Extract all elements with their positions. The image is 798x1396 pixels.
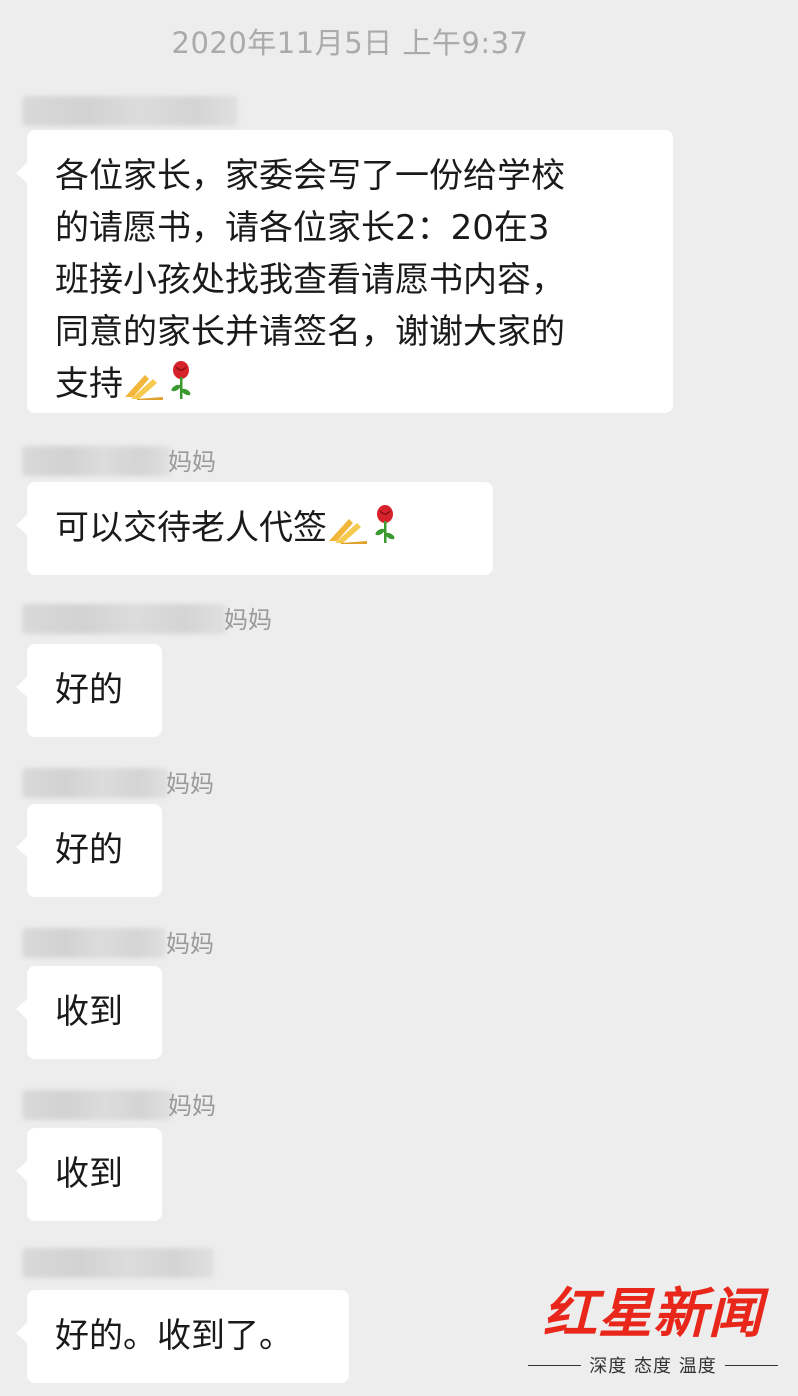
message-text: 好的。收到了。 <box>55 1316 293 1356</box>
message-line: 同意的家长并请签名，谢谢大家的 <box>55 312 565 352</box>
sender-suffix: 妈妈 <box>166 930 214 958</box>
message-line: 的请愿书，请各位家长2：20在3 <box>55 208 550 248</box>
message-bubble[interactable]: 好的 <box>16 804 162 897</box>
message-bubble[interactable]: 各位家长，家委会写了一份给学校 的请愿书，请各位家长2：20在3 班接小孩处找我… <box>16 130 673 416</box>
message-text: 好的 <box>55 670 123 710</box>
praying-hands-icon <box>123 364 167 416</box>
rose-icon <box>371 505 399 560</box>
message-bubble[interactable]: 好的 <box>16 644 162 737</box>
blurred-name <box>22 96 238 126</box>
message-bubble[interactable]: 好的。收到了。 <box>16 1290 349 1383</box>
sender-suffix: 妈妈 <box>168 1092 216 1120</box>
blurred-name <box>22 1248 214 1278</box>
blurred-name <box>22 1090 172 1120</box>
message-line: 支持 <box>55 364 123 404</box>
blurred-name <box>22 604 226 634</box>
message-line: 各位家长，家委会写了一份给学校 <box>55 156 565 196</box>
rose-icon <box>167 361 195 416</box>
watermark: 红星新闻 深度 态度 温度 <box>528 1278 779 1378</box>
watermark-slogan-row: 深度 态度 温度 <box>528 1352 779 1378</box>
message-bubble[interactable]: 收到 <box>16 966 162 1059</box>
watermark-logo: 红星新闻 <box>543 1281 763 1345</box>
message-line: 班接小孩处找我查看请愿书内容， <box>55 260 565 300</box>
watermark-slogan: 深度 态度 温度 <box>589 1356 717 1377</box>
blurred-name <box>22 446 170 476</box>
message-text: 好的 <box>55 830 123 870</box>
sender-suffix: 妈妈 <box>224 606 272 634</box>
message-text: 可以交待老人代签 <box>55 508 327 548</box>
blurred-name <box>22 928 166 958</box>
divider <box>724 1364 779 1366</box>
praying-hands-icon <box>327 508 371 560</box>
blurred-name <box>22 768 168 798</box>
divider <box>528 1364 582 1366</box>
sender-suffix: 妈妈 <box>168 448 216 476</box>
sender-suffix: 妈妈 <box>166 770 214 798</box>
message-text: 收到 <box>55 992 123 1032</box>
message-bubble[interactable]: 可以交待老人代签 <box>16 482 493 575</box>
message-text: 收到 <box>55 1154 123 1194</box>
message-bubble[interactable]: 收到 <box>16 1128 162 1221</box>
timestamp: 2020年11月5日 上午9:37 <box>171 26 529 60</box>
message-line-last: 支持 <box>55 358 645 416</box>
